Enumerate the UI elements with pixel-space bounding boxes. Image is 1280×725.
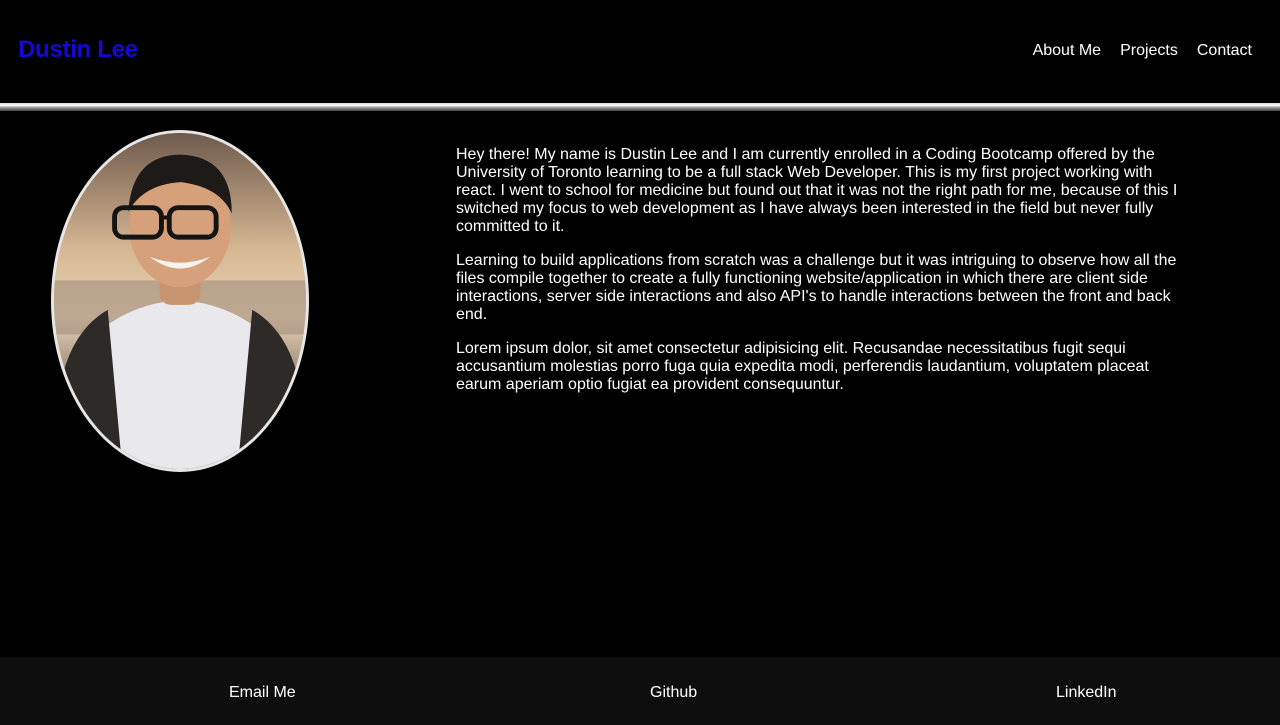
footer-email-link[interactable]: Email Me [229,684,296,702]
about-section: Hey there! My name is Dustin Lee and I a… [456,146,1196,410]
about-paragraph-3: Lorem ipsum dolor, sit amet consectetur … [456,340,1149,393]
profile-photo-illustration [54,133,306,469]
site-header: Dustin Lee About Me Projects Contact [0,0,1280,104]
footer-github-link[interactable]: Github [650,684,697,702]
profile-photo [51,130,309,472]
brand-name[interactable]: Dustin Lee [18,36,138,64]
nav-contact[interactable]: Contact [1197,42,1252,60]
about-paragraph-1: Hey there! My name is Dustin Lee and I a… [456,146,1178,235]
nav-projects[interactable]: Projects [1120,42,1178,60]
header-divider [0,103,1280,111]
footer-linkedin-link[interactable]: LinkedIn [1056,684,1117,702]
main-nav: About Me Projects Contact [1033,42,1252,60]
about-paragraph-2: Learning to build applications from scra… [456,252,1177,323]
site-footer: Email Me Github LinkedIn [0,657,1280,725]
nav-about-me[interactable]: About Me [1033,42,1101,60]
